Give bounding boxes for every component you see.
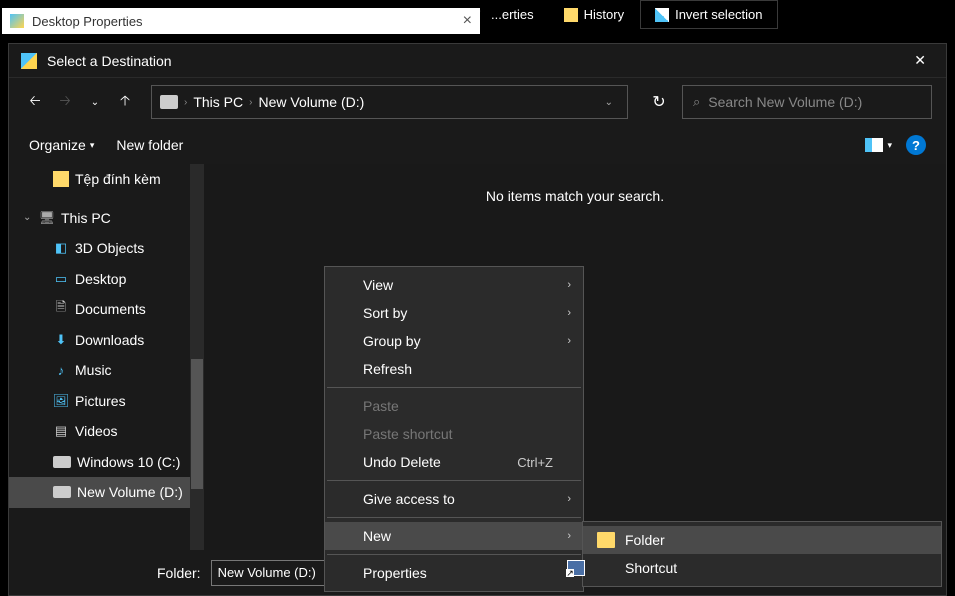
desktop-properties-window: Desktop Properties ×	[2, 8, 480, 34]
close-button[interactable]: ✕	[906, 48, 934, 73]
search-input[interactable]: ⌕ Search New Volume (D:)	[682, 85, 932, 119]
up-button[interactable]: 🡡	[113, 90, 137, 114]
new-submenu: Folder Shortcut	[582, 521, 942, 587]
music-icon: ♪	[53, 362, 69, 378]
tree-item-downloads[interactable]: ⬇ Downloads	[9, 325, 204, 356]
folder-icon	[53, 171, 69, 187]
dropdown-icon: ▾	[90, 140, 95, 151]
menu-separator	[327, 517, 581, 518]
folder-label: Folder:	[157, 565, 201, 581]
menu-new[interactable]: New ›	[325, 522, 583, 550]
tree-item-music[interactable]: ♪ Music	[9, 355, 204, 386]
ribbon-history[interactable]: History	[550, 0, 638, 29]
chevron-down-icon[interactable]: ⌄	[23, 212, 31, 223]
recent-dropdown[interactable]: ⌄	[83, 90, 107, 114]
documents-icon: 🗎	[53, 301, 69, 317]
submenu-folder[interactable]: Folder	[583, 526, 941, 554]
tree-item-documents[interactable]: 🗎 Documents	[9, 294, 204, 325]
menu-paste: Paste	[325, 392, 583, 420]
folder-icon	[10, 14, 24, 28]
menu-separator	[327, 480, 581, 481]
breadcrumb-new-volume[interactable]: New Volume (D:)	[258, 94, 364, 110]
search-placeholder: Search New Volume (D:)	[708, 94, 862, 110]
toolbar: Organize ▾ New folder ▾ ?	[9, 126, 946, 164]
ribbon-invert-selection[interactable]: Invert selection	[640, 0, 777, 29]
history-icon	[564, 8, 578, 22]
submenu-shortcut[interactable]: Shortcut	[583, 554, 941, 582]
videos-icon: ▤	[53, 423, 69, 439]
chevron-right-icon: ›	[249, 97, 252, 108]
menu-paste-shortcut: Paste shortcut	[325, 420, 583, 448]
invert-icon	[655, 8, 669, 22]
downloads-icon: ⬇	[53, 332, 69, 348]
empty-message: No items match your search.	[204, 164, 946, 204]
tree-item-desktop[interactable]: ▭ Desktop	[9, 264, 204, 295]
ribbon-bar: ✓ ...erties History Invert selection	[455, 0, 778, 29]
chevron-right-icon: ›	[567, 335, 571, 347]
menu-separator	[327, 554, 581, 555]
menu-separator	[327, 387, 581, 388]
menu-properties[interactable]: Properties	[325, 559, 583, 587]
view-icon	[865, 138, 883, 152]
chevron-right-icon: ›	[567, 307, 571, 319]
pc-icon: 🖥	[39, 210, 55, 226]
drive-icon	[53, 486, 71, 498]
menu-give-access[interactable]: Give access to ›	[325, 485, 583, 513]
chevron-right-icon: ›	[567, 493, 571, 505]
window-title: Desktop Properties	[32, 14, 143, 29]
navigation-bar: 🡠 🡢 ⌄ 🡡 › This PC › New Volume (D:) ⌄ ↻ …	[9, 78, 946, 126]
tree-item-3d-objects[interactable]: ◧ 3D Objects	[9, 233, 204, 264]
dialog-icon	[21, 53, 37, 69]
tree-item-pictures[interactable]: 🖼 Pictures	[9, 386, 204, 417]
context-menu: View › Sort by › Group by › Refresh Past…	[324, 266, 584, 592]
tree-item-videos[interactable]: ▤ Videos	[9, 416, 204, 447]
close-icon[interactable]: ×	[463, 12, 472, 30]
dialog-title: Select a Destination	[47, 53, 172, 69]
drive-icon	[53, 456, 71, 468]
desktop-icon: ▭	[53, 271, 69, 287]
scrollbar-thumb[interactable]	[191, 359, 203, 489]
address-dropdown[interactable]: ⌄	[599, 97, 619, 108]
scrollbar[interactable]	[190, 164, 204, 595]
view-options-button[interactable]: ▾	[865, 138, 892, 152]
search-icon: ⌕	[693, 94, 700, 110]
back-button[interactable]: 🡠	[23, 90, 47, 114]
forward-button[interactable]: 🡢	[53, 90, 77, 114]
address-bar[interactable]: › This PC › New Volume (D:) ⌄	[151, 85, 628, 119]
shortcut-icon	[567, 560, 585, 576]
help-button[interactable]: ?	[906, 135, 926, 155]
drive-icon	[160, 95, 178, 109]
chevron-right-icon: ›	[567, 530, 571, 542]
menu-refresh[interactable]: Refresh	[325, 355, 583, 383]
titlebar: Select a Destination ✕	[9, 44, 946, 78]
new-folder-button[interactable]: New folder	[116, 137, 183, 153]
organize-button[interactable]: Organize ▾	[29, 137, 94, 153]
menu-undo-delete[interactable]: Undo Delete Ctrl+Z	[325, 448, 583, 476]
folder-name-input[interactable]	[211, 560, 329, 586]
keyboard-shortcut: Ctrl+Z	[517, 455, 553, 470]
pictures-icon: 🖼	[53, 393, 69, 409]
menu-group-by[interactable]: Group by ›	[325, 327, 583, 355]
tree-item-attachments[interactable]: Tệp đính kèm	[9, 164, 204, 195]
folder-icon	[597, 532, 615, 548]
menu-sort-by[interactable]: Sort by ›	[325, 299, 583, 327]
tree-item-d-drive[interactable]: New Volume (D:)	[9, 477, 204, 508]
chevron-right-icon: ›	[567, 279, 571, 291]
refresh-button[interactable]: ↻	[642, 85, 676, 119]
tree-item-this-pc[interactable]: ⌄ 🖥 This PC	[9, 203, 204, 234]
tree-item-c-drive[interactable]: Windows 10 (C:)	[9, 447, 204, 478]
dropdown-icon: ▾	[887, 140, 892, 151]
breadcrumb-this-pc[interactable]: This PC	[193, 94, 243, 110]
chevron-right-icon: ›	[184, 97, 187, 108]
3d-icon: ◧	[53, 240, 69, 256]
navigation-tree: Tệp đính kèm ⌄ 🖥 This PC ◧ 3D Objects ▭ …	[9, 164, 204, 595]
menu-view[interactable]: View ›	[325, 271, 583, 299]
